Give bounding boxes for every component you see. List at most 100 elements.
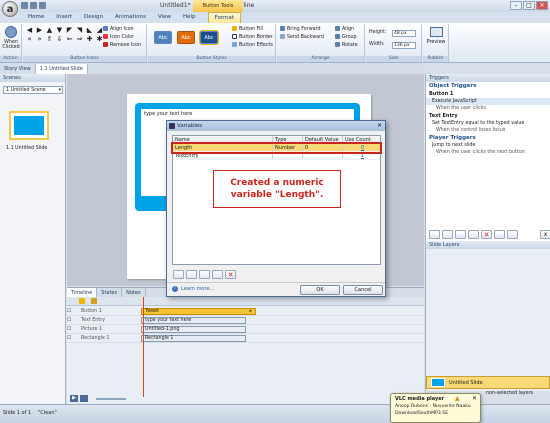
- star-icon[interactable]: ✱: [96, 36, 103, 43]
- arrow-up-right-icon[interactable]: ◥: [76, 27, 83, 34]
- timeline-row[interactable]: ☐ Rectangle 1 Rectangle 1: [67, 334, 424, 343]
- style-swatch-1[interactable]: Abc: [154, 31, 172, 44]
- table-row[interactable]: Length Number 0 0: [171, 142, 382, 154]
- send-backward-button[interactable]: Send Backward: [280, 34, 324, 42]
- app-menu-orb[interactable]: a: [2, 1, 18, 17]
- timeline-bar-button[interactable]: Tweet ▸: [141, 307, 256, 315]
- tab-view[interactable]: View: [152, 12, 177, 23]
- button-fill-button[interactable]: Button Fill: [232, 26, 273, 34]
- close-window-button[interactable]: ✕: [536, 1, 548, 10]
- align-button[interactable]: Align: [335, 26, 358, 34]
- tab-timeline[interactable]: Timeline: [67, 287, 98, 298]
- style-swatch-3[interactable]: Abc: [199, 30, 219, 45]
- height-field[interactable]: 48 px: [392, 29, 416, 37]
- tab-animations[interactable]: Animations: [109, 12, 152, 23]
- arrow-down-icon[interactable]: ▼: [56, 27, 63, 34]
- column-name[interactable]: Name: [173, 136, 273, 143]
- when-clicked-icon[interactable]: [5, 26, 17, 38]
- trigger-item[interactable]: Execute JavaScript: [426, 98, 550, 105]
- double-right-icon[interactable]: »: [36, 36, 43, 43]
- delete-trigger-icon[interactable]: ✕: [481, 230, 492, 239]
- tab-format[interactable]: Format: [207, 12, 241, 23]
- stop-icon[interactable]: [80, 395, 88, 402]
- ok-button[interactable]: OK: [300, 285, 340, 295]
- button-effects-button[interactable]: Button Effects: [232, 42, 273, 50]
- visibility-checkbox[interactable]: ☐: [67, 307, 81, 316]
- tab-design[interactable]: Design: [78, 12, 109, 23]
- column-default[interactable]: Default Value: [303, 136, 343, 143]
- trigger-item[interactable]: Jump to next slide: [426, 142, 550, 149]
- slide-thumbnail[interactable]: [9, 111, 49, 140]
- align-icon-button[interactable]: Align Icon: [103, 26, 141, 34]
- tab-help[interactable]: Help: [177, 12, 202, 23]
- timeline-bar-rectangle[interactable]: Rectangle 1: [141, 334, 246, 342]
- arrow-up-left-icon[interactable]: ◤: [66, 27, 73, 34]
- arrow-right-icon[interactable]: ▶: [36, 27, 43, 34]
- cell-use-count[interactable]: 0: [343, 144, 380, 151]
- save-icon[interactable]: [21, 2, 28, 9]
- redo-icon[interactable]: [39, 2, 46, 9]
- button-border-button[interactable]: Button Border: [232, 34, 273, 42]
- cell-use-count[interactable]: 1: [343, 152, 380, 159]
- icon-gallery[interactable]: ◀ ▶ ▲ ▼ ◤ ◥ ◣ ◢ « » ⇑ ⇓ ⇐ ⇒ ✚ ✱: [26, 27, 104, 43]
- undo-icon[interactable]: [30, 2, 37, 9]
- base-layer-item[interactable]: Untitled Slide: [426, 376, 550, 389]
- rotate-button[interactable]: Rotate: [335, 42, 358, 50]
- vlc-notification[interactable]: VLC media player ▲ ✕ Anoop Rubens - Nuvv…: [390, 393, 481, 423]
- icon-color-button[interactable]: Icon Color: [103, 34, 141, 42]
- maximize-button[interactable]: □: [523, 1, 535, 10]
- table-row[interactable]: TextEntry 1: [173, 152, 380, 160]
- forward-icon[interactable]: ⇒: [76, 36, 83, 43]
- zoom-slider[interactable]: [96, 397, 126, 400]
- preview-icon[interactable]: [430, 27, 443, 37]
- paste-trigger-icon[interactable]: [468, 230, 479, 239]
- group-button[interactable]: Group: [335, 34, 358, 42]
- tab-notes[interactable]: Notes: [122, 287, 146, 298]
- learn-more-link[interactable]: Learn more...: [181, 286, 214, 292]
- when-clicked-label[interactable]: When Clicked: [0, 40, 22, 50]
- trigger-object-button1[interactable]: Button 1: [426, 90, 550, 98]
- visibility-checkbox[interactable]: ☐: [67, 325, 81, 334]
- copy-trigger-icon[interactable]: [455, 230, 466, 239]
- tab-slide-view[interactable]: 1.1 Untitled Slide: [35, 64, 88, 74]
- close-icon[interactable]: ✕: [377, 122, 382, 129]
- remove-icon-button[interactable]: Remove Icon: [103, 42, 141, 50]
- tab-home[interactable]: Home: [22, 12, 50, 23]
- cancel-button[interactable]: Cancel: [343, 285, 383, 295]
- edit-variable-icon[interactable]: [186, 270, 197, 279]
- tab-insert[interactable]: Insert: [50, 12, 78, 23]
- move-down-icon[interactable]: [507, 230, 518, 239]
- preview-label[interactable]: Preview: [423, 40, 449, 45]
- copy-variable-icon[interactable]: [199, 270, 210, 279]
- plus-icon[interactable]: ✚: [86, 36, 93, 43]
- move-up-icon[interactable]: [494, 230, 505, 239]
- play-icon[interactable]: ▶: [70, 395, 78, 402]
- double-up-icon[interactable]: ⇑: [46, 36, 53, 43]
- double-left-icon[interactable]: «: [26, 36, 33, 43]
- playhead[interactable]: [143, 297, 144, 397]
- bring-forward-button[interactable]: Bring Forward: [280, 26, 324, 34]
- width-field[interactable]: 136 px: [392, 41, 416, 49]
- new-trigger-icon[interactable]: [429, 230, 440, 239]
- tab-story-view[interactable]: Story View: [0, 64, 36, 74]
- tab-states[interactable]: States: [97, 287, 123, 298]
- delete-variable-icon[interactable]: ✕: [225, 270, 236, 279]
- visibility-checkbox[interactable]: ☐: [67, 334, 81, 343]
- scene-selector[interactable]: 1 Untitled Scene ▾: [3, 86, 63, 94]
- trigger-object-text-entry[interactable]: Text Entry: [426, 112, 550, 120]
- visibility-checkbox[interactable]: ☐: [67, 316, 81, 325]
- column-use-count[interactable]: Use Count: [343, 136, 380, 143]
- style-swatch-2[interactable]: Abc: [177, 31, 195, 44]
- paste-variable-icon[interactable]: [212, 270, 223, 279]
- close-icon[interactable]: ✕: [472, 395, 477, 402]
- column-type[interactable]: Type: [273, 136, 303, 143]
- javascript-icon[interactable]: x: [540, 230, 550, 239]
- new-variable-icon[interactable]: [173, 270, 184, 279]
- trigger-item[interactable]: Set TextEntry equal to the typed value: [426, 120, 550, 127]
- edit-trigger-icon[interactable]: [442, 230, 453, 239]
- dim-layers-option[interactable]: non-selected layers: [486, 391, 533, 396]
- minimize-button[interactable]: –: [510, 1, 522, 10]
- arrow-down-left-icon[interactable]: ◣: [86, 27, 93, 34]
- arrow-up-icon[interactable]: ▲: [46, 27, 53, 34]
- timeline-bar-text-entry[interactable]: type your text here: [141, 316, 246, 324]
